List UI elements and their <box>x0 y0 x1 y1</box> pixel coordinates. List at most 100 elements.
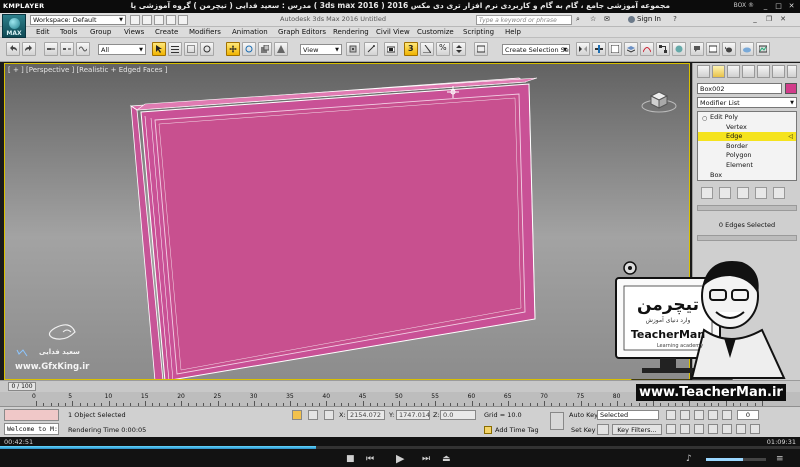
go-to-start-icon[interactable] <box>666 410 676 420</box>
stop-icon[interactable]: ■ <box>346 454 355 464</box>
rollout-header[interactable] <box>697 205 797 211</box>
layer-explorer-button[interactable] <box>624 42 638 56</box>
edit-named-selection-button[interactable] <box>474 42 488 56</box>
mirror-button[interactable] <box>576 42 590 56</box>
stack-item-element[interactable]: Element <box>698 161 796 170</box>
redo-button[interactable] <box>22 42 36 56</box>
current-frame-field[interactable]: 0 <box>737 410 759 420</box>
window-crossing-button[interactable] <box>200 42 214 56</box>
key-selection-dropdown[interactable]: Selected <box>597 410 659 420</box>
workspace-dropdown[interactable]: Workspace: Default ▼ <box>30 15 126 25</box>
previous-frame-icon[interactable] <box>680 410 690 420</box>
menu-item-customize[interactable]: Customize <box>417 28 454 36</box>
help-icon[interactable]: ? <box>670 14 680 24</box>
named-selection-sets-dropdown[interactable]: Create Selection Se ▼ <box>502 44 570 55</box>
percent-snap-toggle[interactable]: % <box>436 42 450 56</box>
player-close-button[interactable]: ✕ <box>787 2 796 11</box>
menu-item-animation[interactable]: Animation <box>232 28 268 36</box>
motion-tab-icon[interactable] <box>742 65 755 78</box>
maxscript-mini-listener[interactable]: Welcome to M: <box>4 423 59 435</box>
render-production-button[interactable] <box>722 42 736 56</box>
bind-space-warp-button[interactable] <box>76 42 90 56</box>
x-coordinate-field[interactable]: 2154.072 <box>347 410 385 420</box>
a360-gallery-button[interactable] <box>756 42 770 56</box>
communication-icon[interactable]: ✉ <box>604 15 610 23</box>
absolute-mode-icon[interactable] <box>324 410 334 420</box>
set-key-button[interactable] <box>597 424 609 435</box>
binoculars-icon[interactable]: ⌕ <box>576 15 580 24</box>
search-input[interactable]: Type a keyword or phrase <box>476 15 572 25</box>
y-coordinate-field[interactable]: 1747.014 <box>396 410 430 420</box>
menu-item-views[interactable]: Views <box>124 28 144 36</box>
menu-item-group[interactable]: Group <box>90 28 111 36</box>
next-frame-icon[interactable] <box>708 410 718 420</box>
new-scene-icon[interactable] <box>130 15 140 25</box>
utilities-tab-icon[interactable] <box>772 65 785 78</box>
modifier-list-dropdown[interactable]: Modifier List ▼ <box>697 97 797 108</box>
perspective-viewport[interactable]: [ + ] [Perspective ] [Realistic + Edged … <box>4 63 690 380</box>
volume-slider[interactable] <box>706 458 766 461</box>
subscription-icon[interactable]: ☆ <box>590 15 596 23</box>
redo-icon[interactable] <box>178 15 188 25</box>
scene-explorer-button[interactable] <box>608 42 622 56</box>
menu-item-tools[interactable]: Tools <box>60 28 77 36</box>
orbit-icon[interactable] <box>736 424 746 434</box>
region-select-button[interactable] <box>184 42 198 56</box>
add-time-tag-button[interactable]: Add Time Tag <box>484 426 539 434</box>
player-box-button[interactable]: BOX ® <box>734 2 754 9</box>
z-coordinate-field[interactable]: 0.0 <box>440 410 476 420</box>
zoom-all-icon[interactable] <box>680 424 690 434</box>
modify-tab-icon[interactable] <box>712 65 725 78</box>
spinner-snap-toggle[interactable] <box>452 42 466 56</box>
previous-icon[interactable]: ⏮ <box>366 454 374 464</box>
schematic-view-button[interactable] <box>656 42 670 56</box>
go-to-end-icon[interactable] <box>722 410 732 420</box>
playback-progress-bar[interactable] <box>0 446 800 449</box>
pan-view-icon[interactable] <box>722 424 732 434</box>
select-object-button[interactable] <box>152 42 166 56</box>
next-icon[interactable]: ⏭ <box>422 454 430 464</box>
select-and-scale-button[interactable] <box>258 42 272 56</box>
max-restore-button[interactable]: ❐ <box>764 14 774 24</box>
box-inner-panel[interactable] <box>154 93 526 375</box>
render-cloud-button[interactable] <box>740 42 754 56</box>
volume-icon[interactable]: ♪ <box>686 454 692 464</box>
make-unique-icon[interactable] <box>737 187 749 199</box>
undo-icon[interactable] <box>166 15 176 25</box>
selection-filter-dropdown[interactable]: All ▼ <box>98 44 146 55</box>
stack-item-vertex[interactable]: Vertex <box>698 123 796 132</box>
selection-lock-icon[interactable] <box>308 410 318 420</box>
player-minimize-button[interactable]: _ <box>761 2 770 11</box>
menu-item-help[interactable]: Help <box>505 28 521 36</box>
application-button[interactable]: MAX <box>2 14 26 38</box>
snaps-toggle[interactable]: 3 <box>404 42 418 56</box>
menu-item-graph-editors[interactable]: Graph Editors <box>278 28 326 36</box>
panel-menu-icon[interactable] <box>787 65 797 78</box>
material-editor-button[interactable] <box>672 42 686 56</box>
play-icon[interactable] <box>694 410 704 420</box>
render-setup-button[interactable] <box>690 42 704 56</box>
create-tab-icon[interactable] <box>697 65 710 78</box>
select-manipulate-button[interactable] <box>364 42 378 56</box>
viewcube-icon[interactable] <box>641 84 677 114</box>
open-file-icon[interactable] <box>142 15 152 25</box>
set-key-label[interactable]: Set Key <box>571 426 596 434</box>
key-mode-icon[interactable] <box>550 412 564 430</box>
rollout-header[interactable] <box>697 235 797 241</box>
undo-button[interactable] <box>6 42 20 56</box>
maxscript-listener[interactable] <box>4 409 59 421</box>
key-filters-button[interactable]: Key Filters... <box>612 424 662 435</box>
align-button[interactable] <box>592 42 606 56</box>
maximize-viewport-icon[interactable] <box>750 424 760 434</box>
viewport-label[interactable]: [ + ] [Perspective ] [Realistic + Edged … <box>8 66 167 74</box>
auto-key-button[interactable]: Auto Key <box>569 411 598 419</box>
zoom-icon[interactable] <box>666 424 676 434</box>
placement-button[interactable] <box>274 42 288 56</box>
save-file-icon[interactable] <box>154 15 164 25</box>
play-pause-icon[interactable]: ▶ <box>396 452 404 465</box>
time-slider-thumb[interactable]: 0 / 100 <box>8 382 36 391</box>
pin-stack-icon[interactable] <box>701 187 713 199</box>
menu-item-create[interactable]: Create <box>155 28 178 36</box>
stack-item-edge[interactable]: Edge ◁ <box>698 132 796 142</box>
select-by-name-button[interactable] <box>168 42 182 56</box>
